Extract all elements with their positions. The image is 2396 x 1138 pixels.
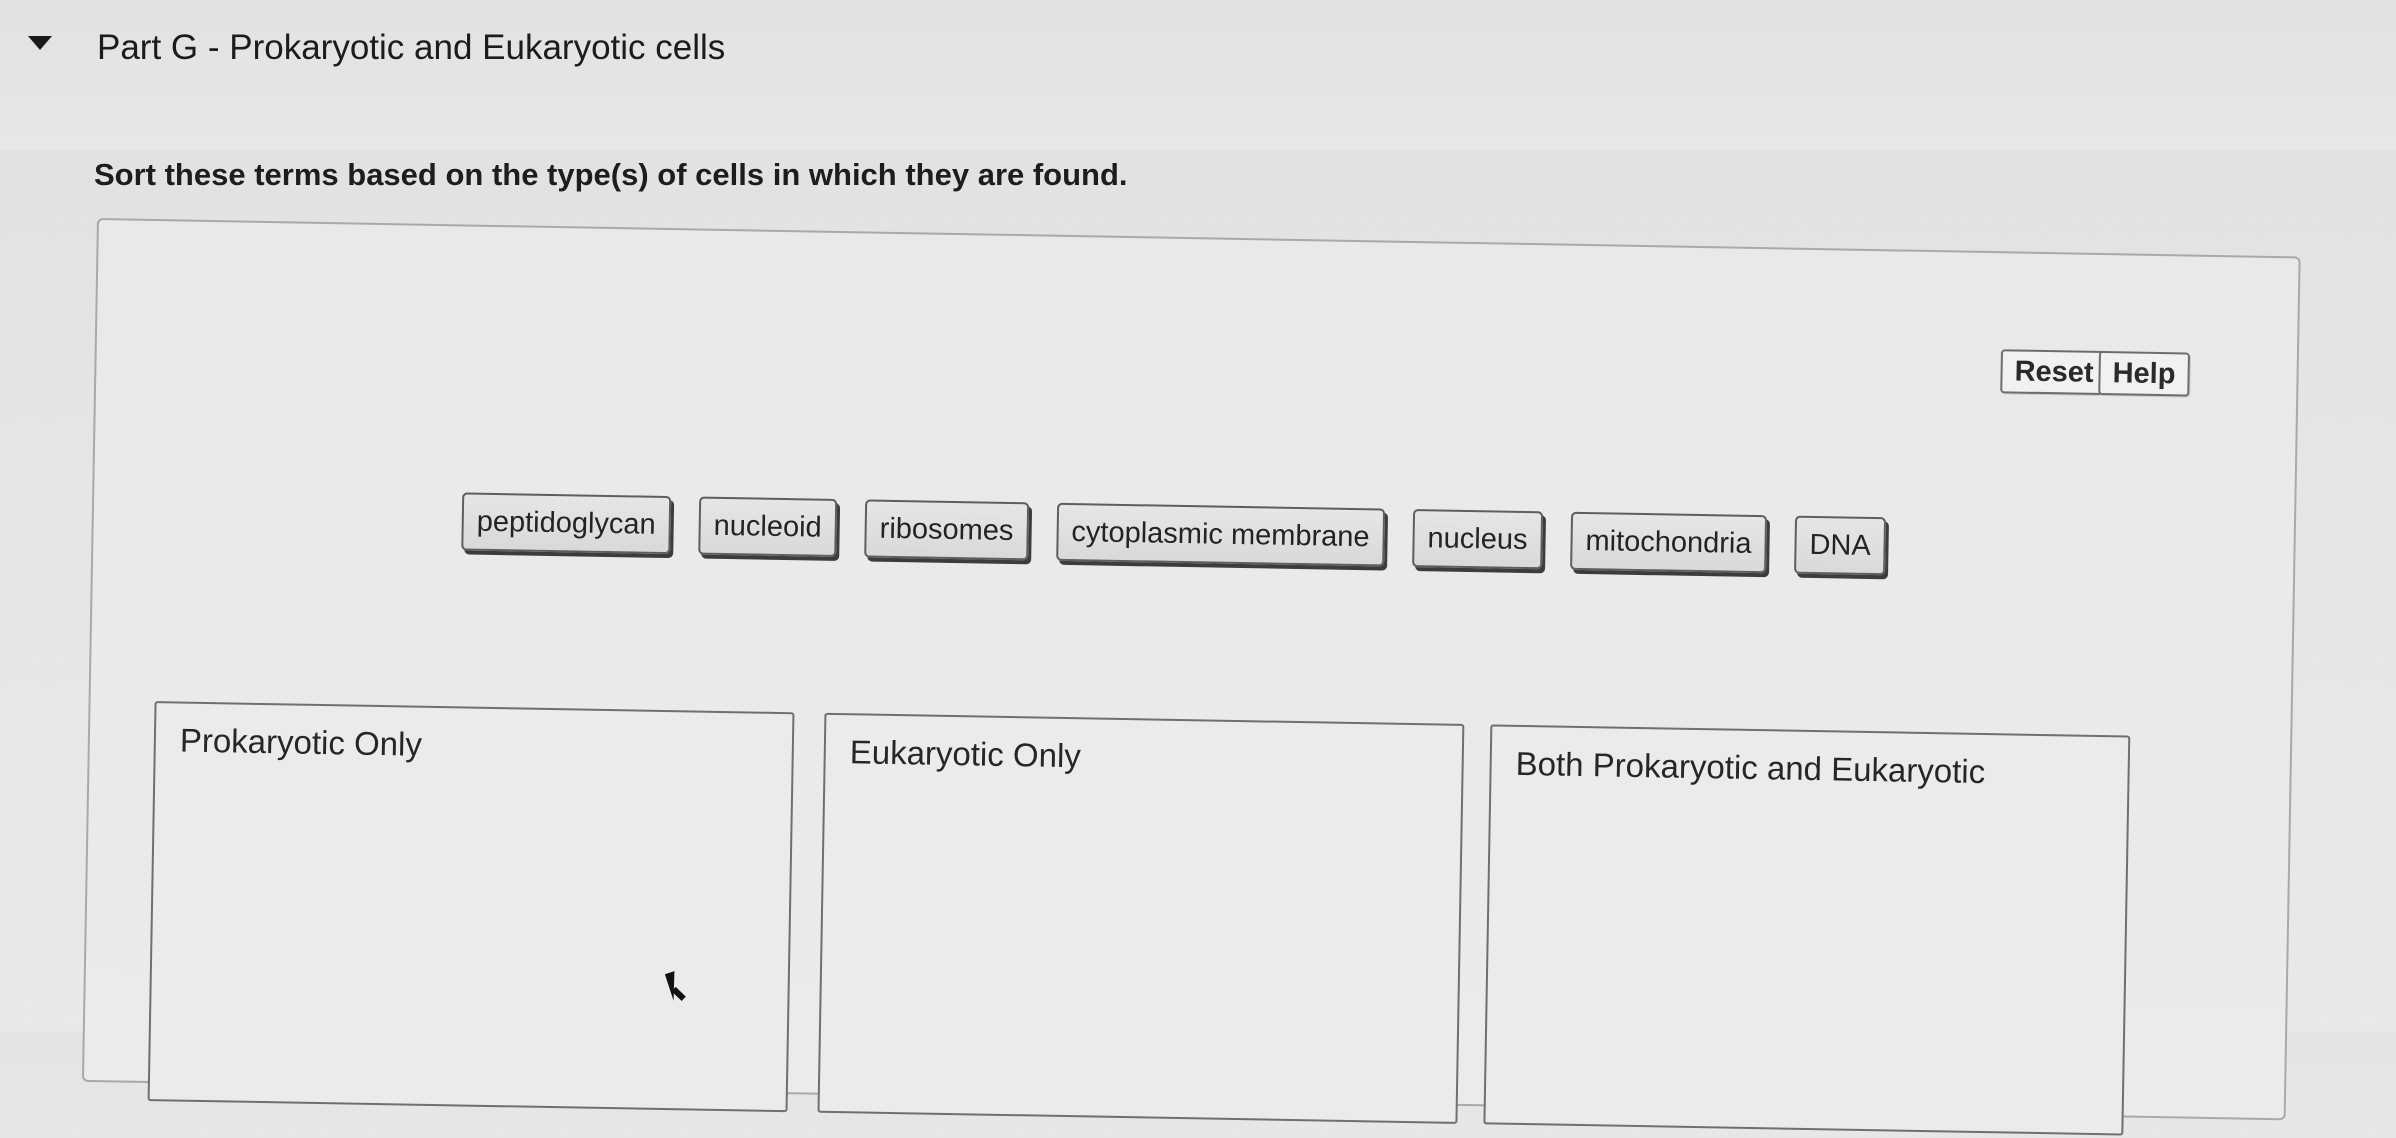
target-label-prokaryotic-only: Prokaryotic Only bbox=[179, 721, 423, 763]
reset-button[interactable]: Reset bbox=[2000, 349, 2108, 396]
caret-down-icon[interactable] bbox=[28, 36, 52, 50]
term-chip-nucleoid[interactable]: nucleoid bbox=[698, 496, 838, 557]
target-label-eukaryotic-only: Eukaryotic Only bbox=[849, 733, 1082, 775]
term-chip-dna[interactable]: DNA bbox=[1794, 515, 1887, 576]
term-chip-cytoplasmic-membrane[interactable]: cytoplasmic membrane bbox=[1055, 502, 1386, 567]
instructions: Sort these terms based on the type(s) of… bbox=[94, 157, 1128, 192]
term-chip-mitochondria[interactable]: mitochondria bbox=[1570, 511, 1768, 574]
sorting-workspace: Reset Help peptidoglycan nucleoid riboso… bbox=[81, 218, 2301, 1136]
drop-target-prokaryotic-only[interactable]: Prokaryotic Only bbox=[147, 701, 795, 1113]
term-chip-peptidoglycan[interactable]: peptidoglycan bbox=[461, 492, 672, 555]
term-chip-ribosomes[interactable]: ribosomes bbox=[864, 499, 1029, 561]
term-chip-nucleus[interactable]: nucleus bbox=[1412, 509, 1544, 570]
drop-target-eukaryotic-only[interactable]: Eukaryotic Only bbox=[817, 712, 1465, 1124]
term-bank: peptidoglycan nucleoid ribosomes cytopla… bbox=[461, 492, 1887, 577]
drop-target-both[interactable]: Both Prokaryotic and Eukaryotic bbox=[1483, 724, 2131, 1136]
help-button[interactable]: Help bbox=[2098, 350, 2190, 397]
part-title[interactable]: Part G - Prokaryotic and Eukaryotic cell… bbox=[97, 28, 725, 68]
target-label-both: Both Prokaryotic and Eukaryotic bbox=[1515, 744, 1986, 791]
part-header bbox=[0, 0, 2396, 150]
